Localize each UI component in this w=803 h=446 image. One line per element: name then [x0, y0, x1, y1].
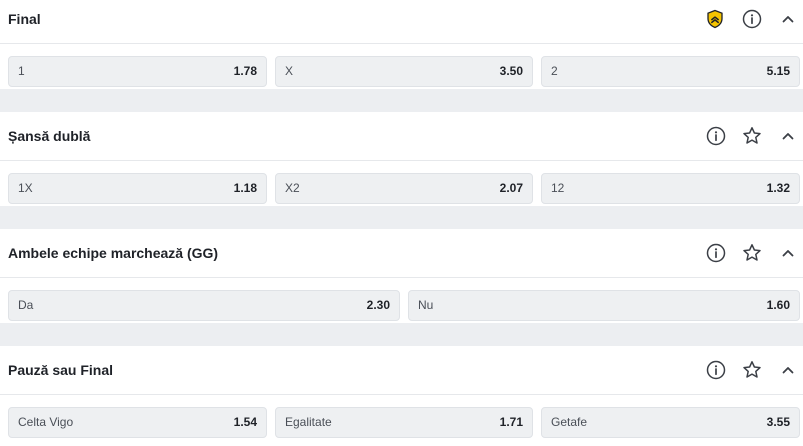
- odd-value: 1.32: [766, 181, 790, 195]
- odd-button-1[interactable]: 1 1.78: [8, 56, 267, 87]
- featured-shield-icon[interactable]: [703, 7, 727, 31]
- odd-label: Nu: [418, 298, 434, 312]
- odd-button-da[interactable]: Da 2.30: [8, 290, 400, 321]
- market-title: Șansă dublă: [8, 128, 91, 144]
- odds-row: 1X 1.18 X2 2.07 12 1.32: [0, 161, 803, 207]
- odd-button-2[interactable]: 2 5.15: [541, 56, 800, 87]
- star-icon[interactable]: [740, 358, 764, 382]
- odd-label: 1X: [18, 181, 33, 195]
- odd-value: 5.15: [766, 64, 790, 78]
- market-header[interactable]: Pauză sau Final: [0, 346, 803, 395]
- odd-button-12[interactable]: 12 1.32: [541, 173, 800, 204]
- market-header[interactable]: Final: [0, 0, 803, 44]
- odd-value: 3.55: [766, 415, 790, 429]
- odd-label: Egalitate: [285, 415, 332, 429]
- star-icon[interactable]: [740, 241, 764, 265]
- market-double-chance: Șansă dublă 1X 1.18 X2 2.07 12 1.32: [0, 112, 803, 206]
- odd-value: 3.50: [499, 64, 523, 78]
- chevron-up-icon[interactable]: [776, 124, 800, 148]
- star-icon[interactable]: [740, 124, 764, 148]
- market-final: Final 1 1.78 X 3.50 2 5.15: [0, 0, 803, 89]
- chevron-up-icon[interactable]: [776, 358, 800, 382]
- market-half-or-final: Pauză sau Final Celta Vigo 1.54 Egalitat…: [0, 346, 803, 446]
- odd-button-nu[interactable]: Nu 1.60: [408, 290, 800, 321]
- odd-button-1x[interactable]: 1X 1.18: [8, 173, 267, 204]
- odd-label: 1: [18, 64, 25, 78]
- odd-button-celta-vigo[interactable]: Celta Vigo 1.54: [8, 407, 267, 438]
- odd-label: Da: [18, 298, 34, 312]
- odd-button-egalitate[interactable]: Egalitate 1.71: [275, 407, 533, 438]
- market-title: Final: [8, 11, 41, 27]
- odd-value: 2.30: [366, 298, 390, 312]
- odd-label: Celta Vigo: [18, 415, 74, 429]
- odd-label: Getafe: [551, 415, 588, 429]
- odds-row: Da 2.30 Nu 1.60: [0, 278, 803, 324]
- market-title: Ambele echipe marchează (GG): [8, 245, 219, 261]
- odd-label: X: [285, 64, 294, 78]
- info-icon[interactable]: [740, 7, 764, 31]
- market-title: Pauză sau Final: [8, 362, 114, 378]
- odd-label: 2: [551, 64, 558, 78]
- market-both-teams-score: Ambele echipe marchează (GG) Da 2.30 Nu: [0, 229, 803, 323]
- info-icon[interactable]: [704, 241, 728, 265]
- odd-value: 2.07: [499, 181, 523, 195]
- odd-value: 1.60: [766, 298, 790, 312]
- market-header[interactable]: Ambele echipe marchează (GG): [0, 229, 803, 278]
- odd-label: 12: [551, 181, 565, 195]
- odd-value: 1.54: [233, 415, 257, 429]
- odd-label: X2: [285, 181, 300, 195]
- odds-row: Celta Vigo 1.54 Egalitate 1.71 Getafe 3.…: [0, 395, 803, 441]
- market-header[interactable]: Șansă dublă: [0, 112, 803, 161]
- odd-button-x2[interactable]: X2 2.07: [275, 173, 533, 204]
- odd-button-x[interactable]: X 3.50: [275, 56, 533, 87]
- odd-value: 1.78: [233, 64, 257, 78]
- odd-value: 1.71: [499, 415, 523, 429]
- chevron-up-icon[interactable]: [776, 241, 800, 265]
- odd-button-getafe[interactable]: Getafe 3.55: [541, 407, 800, 438]
- chevron-up-icon[interactable]: [776, 7, 800, 31]
- odd-value: 1.18: [233, 181, 257, 195]
- odds-row: 1 1.78 X 3.50 2 5.15: [0, 44, 803, 90]
- info-icon[interactable]: [704, 124, 728, 148]
- info-icon[interactable]: [704, 358, 728, 382]
